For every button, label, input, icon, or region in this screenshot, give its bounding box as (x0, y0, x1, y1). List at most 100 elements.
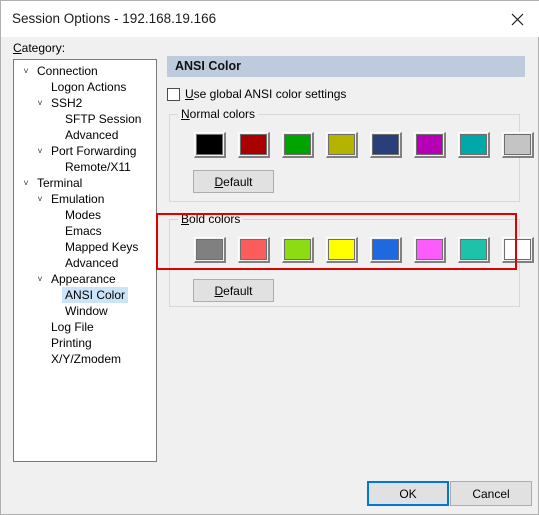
color-swatch-bright-magenta[interactable] (414, 237, 446, 263)
tree-item-window[interactable]: Window (14, 303, 156, 319)
color-swatch-bright-red[interactable] (238, 237, 270, 263)
bold-colors-title: Bold colors (178, 212, 244, 226)
color-swatch-fill (416, 239, 443, 260)
chevron-down-icon[interactable]: ˅ (34, 95, 46, 111)
tree-item-ssh2[interactable]: ˅ SSH2 (14, 95, 156, 111)
tree-item-port-forwarding[interactable]: ˅ Port Forwarding (14, 143, 156, 159)
bold-default-mnemonic: D (214, 283, 224, 298)
color-swatch-red[interactable] (238, 132, 270, 158)
color-swatch-fill (416, 134, 443, 155)
tree-item-label: Printing (51, 336, 92, 350)
color-swatch-fill (372, 134, 399, 155)
color-swatch-bright-blue[interactable] (370, 237, 402, 263)
tree-item-printing[interactable]: Printing (14, 335, 156, 351)
color-swatch-bright-black[interactable] (194, 237, 226, 263)
tree-item-label: Advanced (65, 128, 119, 142)
tree-item-label: Mapped Keys (65, 240, 139, 254)
color-swatch-fill (460, 239, 487, 260)
category-label: Category: (13, 41, 65, 55)
tree-item-label: Port Forwarding (51, 144, 137, 158)
tree-item-label: Advanced (65, 256, 119, 270)
tree-item-label: Connection (37, 64, 98, 78)
chevron-down-icon[interactable]: ˅ (20, 63, 32, 79)
close-icon (511, 13, 524, 26)
use-global-mnemonic: U (185, 87, 194, 101)
normal-colors-swatches (194, 132, 534, 158)
color-swatch-fill (284, 239, 311, 260)
category-label-mnemonic: C (13, 41, 22, 55)
color-swatch-bright-yellow[interactable] (326, 237, 358, 263)
panel-header: ANSI Color (167, 56, 525, 77)
tree-item-label: X/Y/Zmodem (51, 352, 122, 366)
color-swatch-bright-cyan[interactable] (458, 237, 490, 263)
bold-colors-default-button[interactable]: Default (193, 279, 274, 302)
color-swatch-bright-white[interactable] (502, 237, 534, 263)
color-swatch-green[interactable] (282, 132, 314, 158)
chevron-down-icon[interactable]: ˅ (34, 271, 46, 287)
tree-item-sftp-session[interactable]: SFTP Session (14, 111, 156, 127)
bold-colors-title-rest: old colors (189, 212, 241, 226)
color-swatch-fill (196, 134, 223, 155)
color-swatch-fill (460, 134, 487, 155)
tree-item-appearance[interactable]: ˅ Appearance (14, 271, 156, 287)
tree-item-label: Logon Actions (51, 80, 127, 94)
normal-colors-title: Normal colors (178, 107, 259, 121)
use-global-ansi-checkbox-row[interactable]: Use global ANSI color settings (167, 87, 346, 101)
title-bar: Session Options - 192.168.19.166 (1, 1, 539, 37)
chevron-down-icon[interactable]: ˅ (20, 175, 32, 191)
tree-item-remote-x11[interactable]: Remote/X11 (14, 159, 156, 175)
tree-item-advanced[interactable]: Advanced (14, 255, 156, 271)
color-swatch-fill (240, 239, 267, 260)
color-swatch-fill (372, 239, 399, 260)
tree-item-label: Modes (65, 208, 102, 222)
color-swatch-black[interactable] (194, 132, 226, 158)
tree-item-ansi-color[interactable]: ANSI Color (14, 287, 156, 303)
tree-item-label: Emacs (65, 224, 102, 238)
use-global-ansi-checkbox[interactable] (167, 87, 180, 101)
color-swatch-fill (328, 239, 355, 260)
tree-item-emacs[interactable]: Emacs (14, 223, 156, 239)
tree-item-x-y-zmodem[interactable]: X/Y/Zmodem (14, 351, 156, 367)
tree-item-label: Log File (51, 320, 94, 334)
tree-item-label: Emulation (51, 192, 105, 206)
color-swatch-bright-green[interactable] (282, 237, 314, 263)
tree-item-modes[interactable]: Modes (14, 207, 156, 223)
color-swatch-fill (196, 239, 223, 260)
window-title: Session Options - 192.168.19.166 (12, 11, 217, 26)
tree-item-connection[interactable]: ˅ Connection (14, 63, 156, 79)
tree-item-advanced[interactable]: Advanced (14, 127, 156, 143)
tree-item-logon-actions[interactable]: Logon Actions (14, 79, 156, 95)
tree-item-emulation[interactable]: ˅ Emulation (14, 191, 156, 207)
close-button[interactable] (495, 1, 539, 37)
chevron-down-icon[interactable]: ˅ (34, 143, 46, 159)
category-tree[interactable]: ˅ Connection Logon Actions ˅ SSH2 SFTP Sessio… (13, 59, 157, 462)
color-swatch-fill (504, 134, 531, 155)
panel-title: ANSI Color (175, 59, 241, 73)
tree-item-label: SSH2 (51, 96, 83, 110)
use-global-label-rest: se global ANSI color settings (193, 87, 347, 101)
color-swatch-fill (240, 134, 267, 155)
use-global-ansi-label: Use global ANSI color settings (185, 87, 346, 101)
category-label-rest: ategory: (21, 41, 66, 55)
normal-colors-default-button[interactable]: Default (193, 170, 274, 193)
normal-default-mnemonic: D (214, 174, 224, 189)
color-swatch-yellow[interactable] (326, 132, 358, 158)
color-swatch-blue[interactable] (370, 132, 402, 158)
color-swatch-fill (328, 134, 355, 155)
color-swatch-white[interactable] (502, 132, 534, 158)
tree-item-label: Remote/X11 (65, 160, 131, 174)
tree-item-label: SFTP Session (65, 112, 142, 126)
bold-colors-swatches (194, 237, 534, 263)
ok-button[interactable]: OK (367, 481, 449, 506)
chevron-down-icon[interactable]: ˅ (34, 191, 46, 207)
bold-default-rest: efault (223, 283, 253, 298)
tree-item-mapped-keys[interactable]: Mapped Keys (14, 239, 156, 255)
color-swatch-magenta[interactable] (414, 132, 446, 158)
normal-colors-title-rest: ormal colors (189, 107, 256, 121)
tree-item-log-file[interactable]: Log File (14, 319, 156, 335)
tree-item-terminal[interactable]: ˅ Terminal (14, 175, 156, 191)
bold-colors-mnemonic: B (181, 212, 190, 226)
color-swatch-fill (284, 134, 311, 155)
cancel-button[interactable]: Cancel (450, 481, 532, 506)
color-swatch-cyan[interactable] (458, 132, 490, 158)
